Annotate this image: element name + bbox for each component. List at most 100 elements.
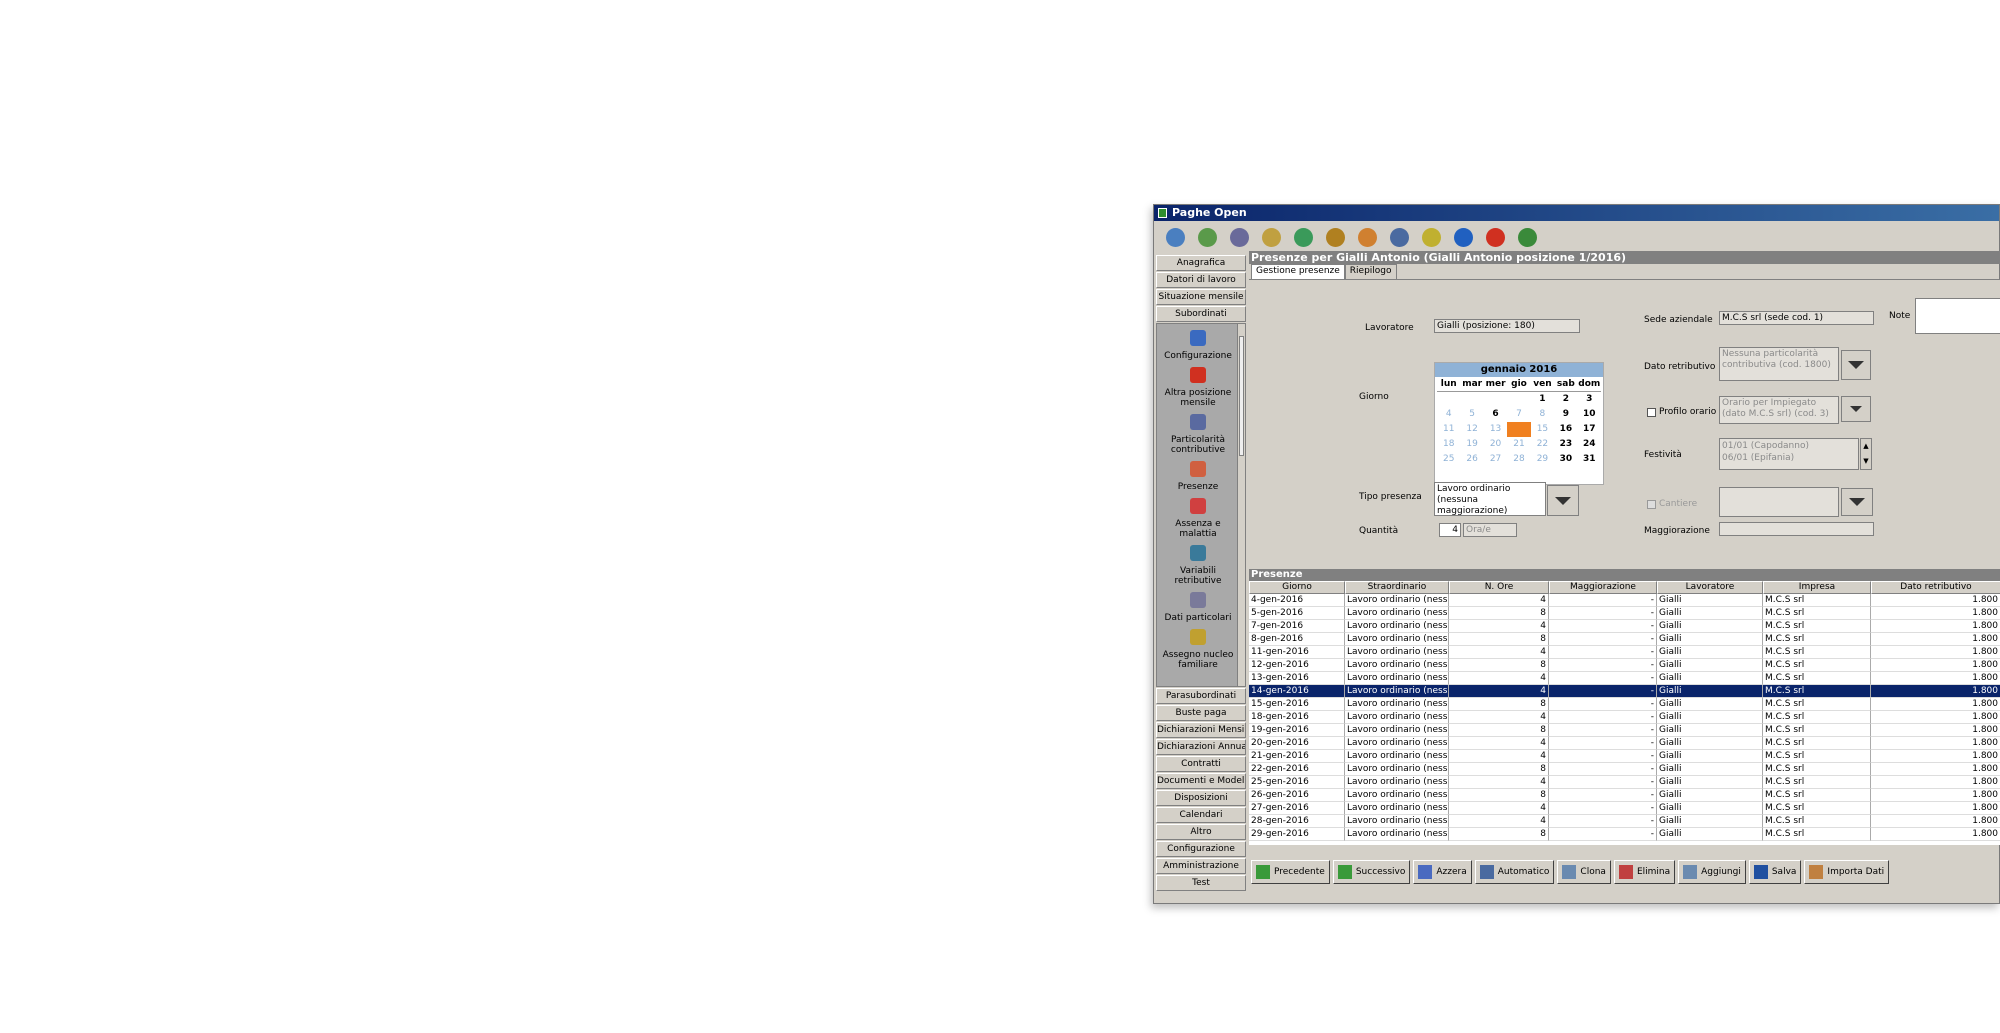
sede-field[interactable]: M.C.S srl (sede cod. 1) <box>1719 311 1874 325</box>
tab-riepilogo[interactable]: Riepilogo <box>1344 264 1397 279</box>
salva-button[interactable]: Salva <box>1748 860 1802 884</box>
nav-item[interactable]: Subordinati <box>1156 306 1246 322</box>
toolbar-button-users[interactable] <box>1226 225 1252 249</box>
column-header[interactable]: N. Ore <box>1449 581 1549 594</box>
maggiorazione-field[interactable] <box>1719 522 1874 536</box>
column-header[interactable]: Dato retributivo <box>1871 581 2000 594</box>
calendar-day[interactable]: 11 <box>1437 422 1460 437</box>
calendar-day[interactable]: 23 <box>1554 437 1577 452</box>
table-row[interactable]: 18-gen-2016 Lavoro ordinario (ness... 4- Gi… <box>1249 711 2000 724</box>
toolbar-button-close[interactable] <box>1482 225 1508 249</box>
column-header[interactable]: Straordinario <box>1345 581 1449 594</box>
column-header[interactable]: Giorno <box>1249 581 1345 594</box>
table-row[interactable]: 21-gen-2016 Lavoro ordinario (ness... 4- Gi… <box>1249 750 2000 763</box>
table-row[interactable]: 7-gen-2016 Lavoro ordinario (ness... 4- Gia… <box>1249 620 2000 633</box>
elimina-button[interactable]: Elimina <box>1613 860 1676 884</box>
nav-item[interactable]: Calendari <box>1156 807 1246 823</box>
nav-item[interactable]: Dichiarazioni Annuali <box>1156 739 1246 755</box>
sub-item[interactable]: Assenza e malattia <box>1157 495 1239 539</box>
calendar-day[interactable]: 26 <box>1460 452 1483 467</box>
tipo-presenza-select[interactable]: Lavoro ordinario (nessuna maggiorazione) <box>1434 482 1546 516</box>
festivita-item[interactable]: 01/01 (Capodanno) <box>1722 440 1856 452</box>
sub-item[interactable]: Presenze <box>1157 458 1239 492</box>
table-row[interactable]: 4-gen-2016 Lavoro ordinario (ness... 4- Gia… <box>1249 594 2000 607</box>
calendar-day[interactable]: 28 <box>1507 452 1530 467</box>
calendar-day[interactable]: 14 <box>1507 422 1531 437</box>
calendar-day[interactable]: 7 <box>1507 407 1530 422</box>
nav-item[interactable]: Test <box>1156 875 1246 891</box>
toolbar-button-bug[interactable] <box>1322 225 1348 249</box>
dato-retributivo-dropdown[interactable] <box>1841 350 1871 380</box>
festivita-scrollbar[interactable]: ▲ ▼ <box>1860 438 1872 470</box>
importa-dati-button[interactable]: Importa Dati <box>1804 860 1890 884</box>
profilo-orario-checkbox[interactable] <box>1647 408 1656 417</box>
column-header[interactable]: Lavoratore <box>1657 581 1763 594</box>
calendar-day[interactable]: 30 <box>1554 452 1577 467</box>
festivita-item[interactable]: 06/01 (Epifania) <box>1722 452 1856 464</box>
table-row[interactable]: 14-gen-2016 Lavoro ordinario (ness... 4- Gi… <box>1249 685 2000 698</box>
toolbar-button-home[interactable] <box>1162 225 1188 249</box>
aggiungi-button[interactable]: Aggiungi <box>1678 860 1746 884</box>
scroll-thumb[interactable] <box>1239 336 1244 456</box>
toolbar-button-user[interactable] <box>1354 225 1380 249</box>
nav-item[interactable]: Disposizioni <box>1156 790 1246 806</box>
toolbar-button-plugin[interactable] <box>1514 225 1540 249</box>
nav-item[interactable]: Dichiarazioni Mensili <box>1156 722 1246 738</box>
table-row[interactable]: 11-gen-2016 Lavoro ordinario (ness... 4- Gi… <box>1249 646 2000 659</box>
calendar-day[interactable]: 31 <box>1578 452 1601 467</box>
lavoratore-field[interactable]: Gialli (posizione: 180) <box>1434 319 1580 333</box>
calendar-day[interactable]: 22 <box>1531 437 1554 452</box>
column-header[interactable]: Maggiorazione <box>1549 581 1657 594</box>
dato-retributivo-select[interactable]: Nessuna particolarità contributiva (cod.… <box>1719 347 1839 381</box>
calendar-day[interactable]: 8 <box>1531 407 1554 422</box>
nav-item[interactable]: Contratti <box>1156 756 1246 772</box>
table-row[interactable]: 20-gen-2016 Lavoro ordinario (ness... 4- Gi… <box>1249 737 2000 750</box>
nav-item[interactable]: Altro <box>1156 824 1246 840</box>
table-row[interactable]: 8-gen-2016 Lavoro ordinario (ness... 8- Gia… <box>1249 633 2000 646</box>
toolbar-button-folder[interactable] <box>1418 225 1444 249</box>
toolbar-button-info[interactable] <box>1450 225 1476 249</box>
sub-scrollbar[interactable] <box>1237 324 1245 686</box>
calendar-day[interactable]: 10 <box>1578 407 1601 422</box>
festivita-list[interactable]: 01/01 (Capodanno) 06/01 (Epifania) <box>1719 438 1859 470</box>
calendar-day[interactable]: 6 <box>1484 407 1507 422</box>
table-row[interactable]: 28-gen-2016 Lavoro ordinario (ness... 4- Gi… <box>1249 815 2000 828</box>
table-row[interactable]: 22-gen-2016 Lavoro ordinario (ness... 8- Gi… <box>1249 763 2000 776</box>
table-row[interactable]: 13-gen-2016 Lavoro ordinario (ness... 4- Gi… <box>1249 672 2000 685</box>
tab-gestione-presenze[interactable]: Gestione presenze <box>1251 264 1345 279</box>
sub-item[interactable]: Dati particolari <box>1157 589 1239 623</box>
calendar-day[interactable]: 9 <box>1554 407 1577 422</box>
clona-button[interactable]: Clona <box>1557 860 1611 884</box>
sub-item[interactable]: Assegno nucleo familiare <box>1157 626 1239 670</box>
cantiere-select[interactable] <box>1719 487 1839 517</box>
nav-item[interactable]: Configurazione <box>1156 841 1246 857</box>
sub-item[interactable]: Configurazione <box>1157 327 1239 361</box>
table-row[interactable]: 29-gen-2016 Lavoro ordinario (ness... 8- Gi… <box>1249 828 2000 841</box>
calendar-day[interactable]: 13 <box>1484 422 1507 437</box>
precedente-button[interactable]: Precedente <box>1251 860 1330 884</box>
nav-item[interactable]: Datori di lavoro <box>1156 272 1246 288</box>
toolbar-button-globe[interactable] <box>1194 225 1220 249</box>
nav-item[interactable]: Anagrafica <box>1156 255 1246 271</box>
automatico-button[interactable]: Automatico <box>1474 860 1555 884</box>
unit-select[interactable]: Ora/e <box>1463 523 1517 537</box>
table-row[interactable]: 25-gen-2016 Lavoro ordinario (ness... 4- Gi… <box>1249 776 2000 789</box>
toolbar-button-help[interactable] <box>1290 225 1316 249</box>
profilo-orario-select[interactable]: Orario per Impiegato (dato M.C.S srl) (c… <box>1719 396 1839 424</box>
calendar-day[interactable]: 18 <box>1437 437 1460 452</box>
tipo-presenza-dropdown[interactable] <box>1547 485 1579 516</box>
calendar-day[interactable]: 4 <box>1437 407 1460 422</box>
table-row[interactable]: 15-gen-2016 Lavoro ordinario (ness... 8- Gi… <box>1249 698 2000 711</box>
calendar-day[interactable]: 12 <box>1460 422 1483 437</box>
sub-item[interactable]: Particolarità contributive <box>1157 411 1239 455</box>
calendar-day[interactable]: 3 <box>1578 392 1601 407</box>
nav-item[interactable]: Parasubordinati <box>1156 688 1246 704</box>
calendar-day[interactable]: 5 <box>1460 407 1483 422</box>
successivo-button[interactable]: Successivo <box>1332 860 1411 884</box>
profilo-orario-dropdown[interactable] <box>1841 396 1871 422</box>
quantita-input[interactable]: 4 <box>1439 523 1461 537</box>
toolbar-button-network[interactable] <box>1386 225 1412 249</box>
nav-item[interactable]: Amministrazione <box>1156 858 1246 874</box>
calendar-day[interactable]: 29 <box>1531 452 1554 467</box>
sub-item[interactable]: Altra posizione mensile <box>1157 364 1239 408</box>
